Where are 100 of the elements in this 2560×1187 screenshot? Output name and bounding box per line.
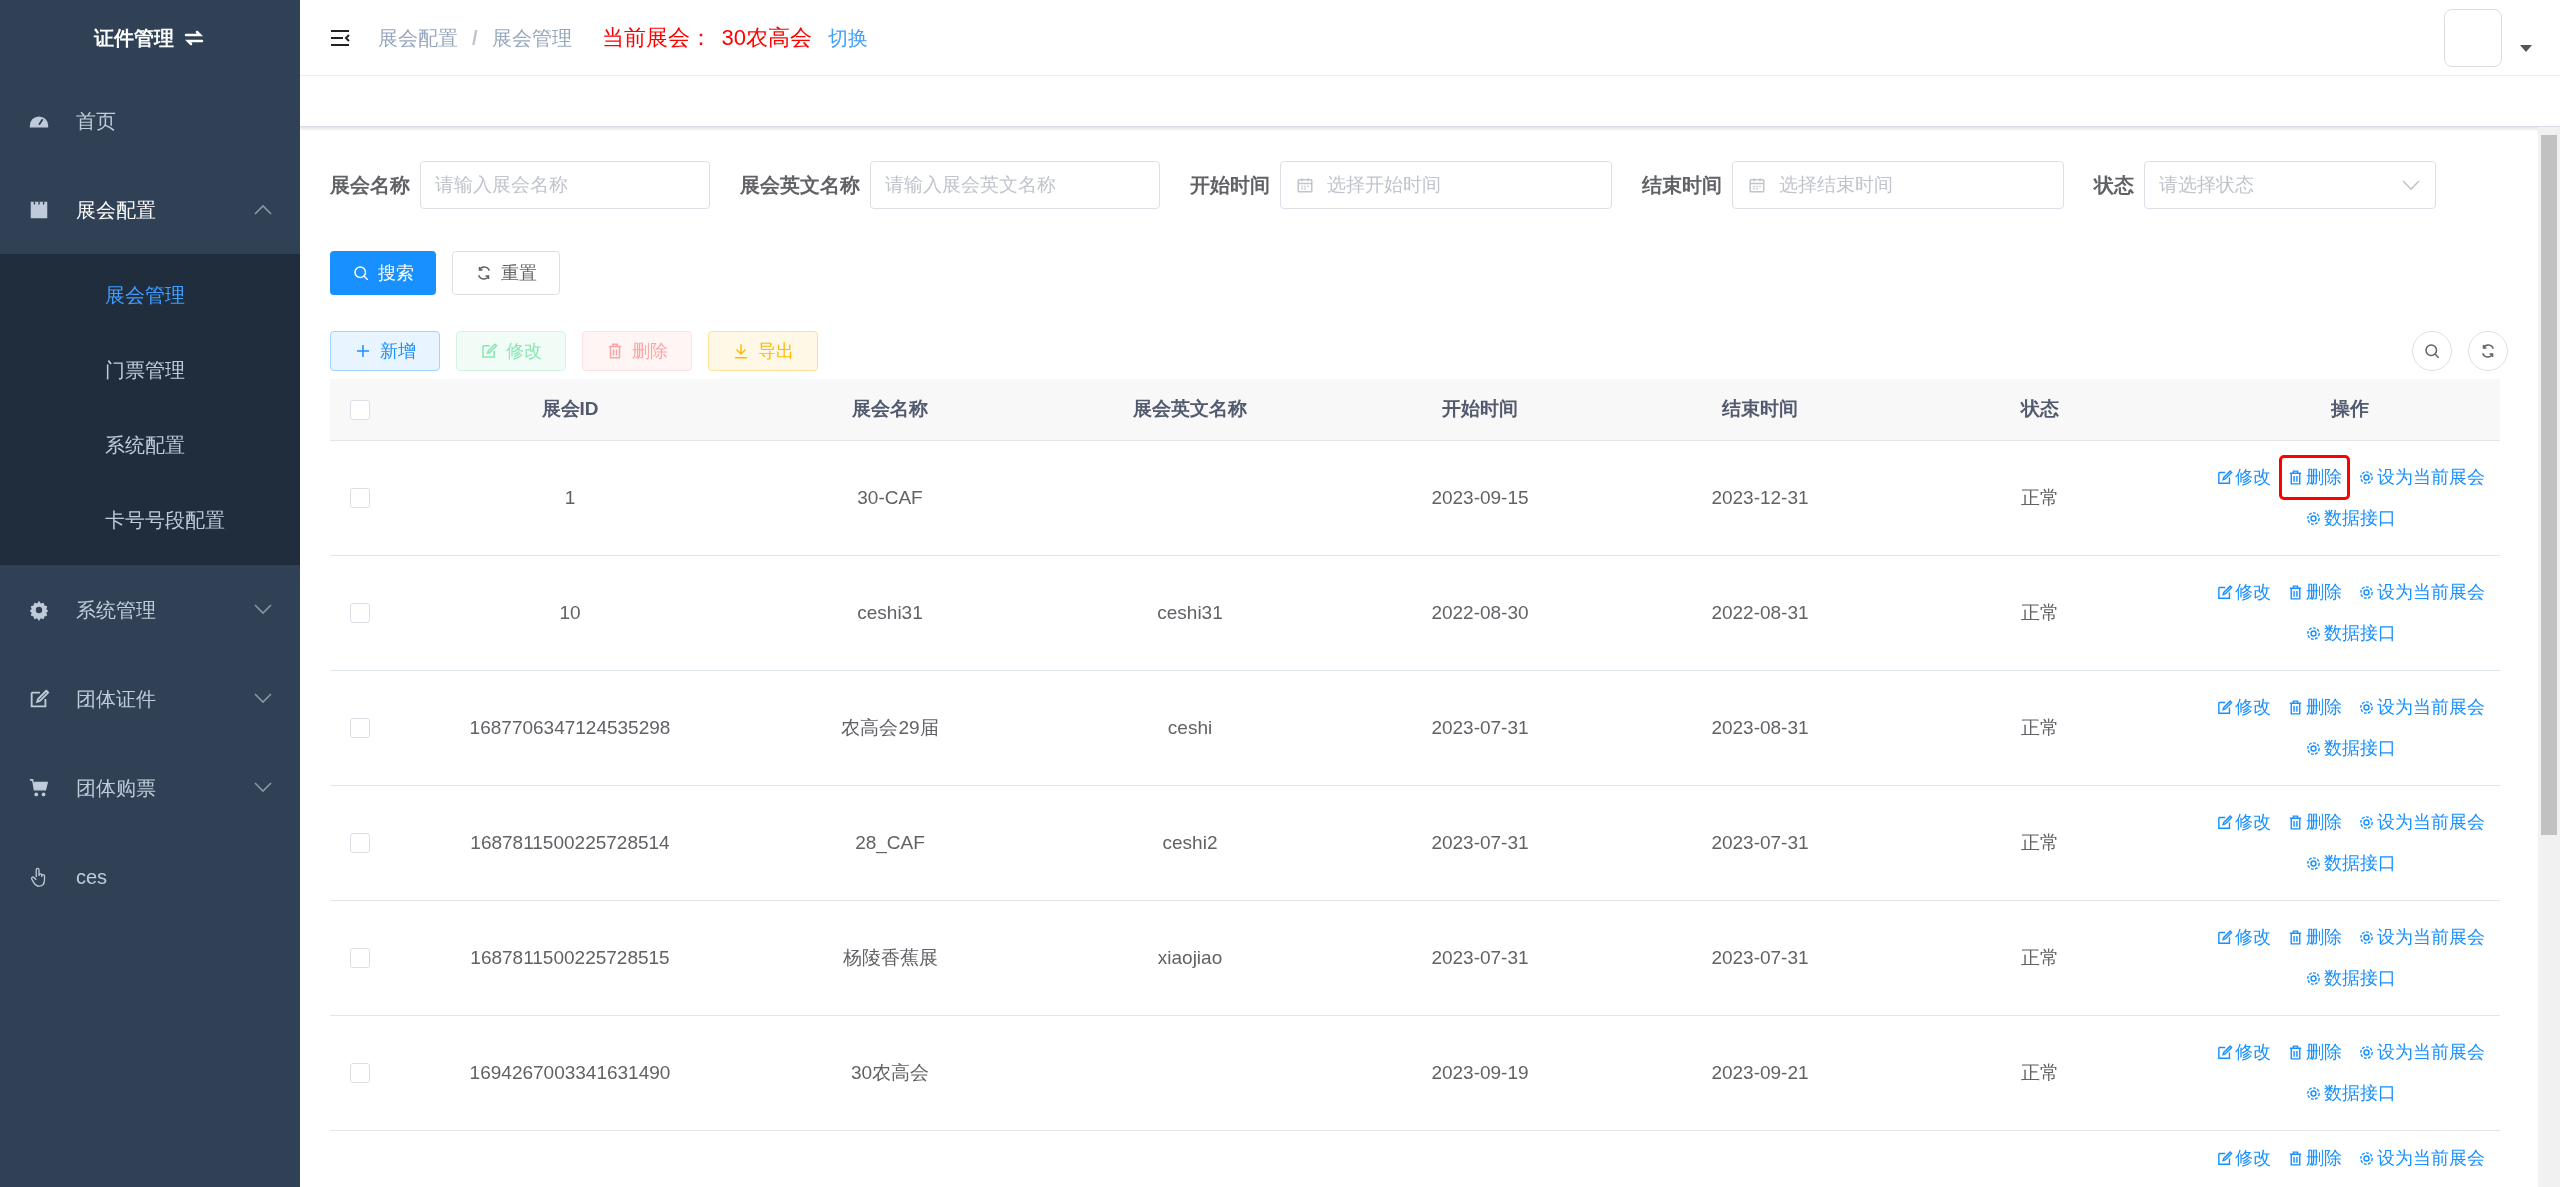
gear-icon <box>2357 1044 2375 1061</box>
filter-label: 展会名称 <box>330 173 410 198</box>
submenu-item[interactable]: 门票管理 <box>0 332 300 407</box>
calendar-icon <box>1748 176 1766 194</box>
reset-button[interactable]: 重置 <box>452 251 560 295</box>
pencil-icon <box>480 342 498 360</box>
row-checkbox[interactable] <box>350 1063 370 1083</box>
submenu-item[interactable]: 系统配置 <box>0 407 300 482</box>
column-header: 操作 <box>2329 397 2370 422</box>
gear-icon <box>2357 469 2375 486</box>
table-cell-text: 2023-07-31 <box>1711 830 1809 855</box>
gear-icon <box>2357 929 2375 946</box>
sidebar-item[interactable]: 团体证件 <box>0 654 300 743</box>
refresh-icon <box>475 264 493 282</box>
pencil-icon <box>2215 814 2233 831</box>
table-cell-text: 10 <box>559 600 581 625</box>
status-select[interactable]: 请选择状态 <box>2144 161 2436 209</box>
action-link[interactable]: 删除 <box>2278 455 2350 500</box>
table-cell-text: xiaojiao <box>1157 945 1223 970</box>
trash-icon <box>606 342 624 360</box>
table-cell-text: 2023-07-31 <box>1711 945 1809 970</box>
search-icon <box>2423 342 2441 360</box>
filter-label: 开始时间 <box>1190 173 1270 198</box>
breadcrumb-item[interactable]: 展会配置 <box>378 22 458 53</box>
action-link[interactable]: 修改 <box>2207 1136 2279 1181</box>
submenu-item[interactable]: 卡号号段配置 <box>0 482 300 557</box>
avatar-placeholder[interactable] <box>2444 8 2502 67</box>
column-header: 开始时间 <box>1441 397 1519 422</box>
action-link[interactable]: 修改 <box>2207 570 2279 615</box>
row-checkbox[interactable] <box>350 833 370 853</box>
add-button[interactable]: 新增 <box>330 331 440 371</box>
current-exhibition-name: 30农高会 <box>721 24 813 52</box>
table-cell-text: 2023-07-31 <box>1431 945 1529 970</box>
cart-icon <box>28 776 50 799</box>
gear-icon <box>2304 510 2322 527</box>
date-field[interactable]: 选择结束时间 <box>1732 161 2064 209</box>
breadcrumb-item: 展会管理 <box>491 25 572 51</box>
table-cell-text: 正常 <box>2021 830 2059 855</box>
pencil-icon <box>2215 469 2233 486</box>
gear-icon <box>2304 625 2322 642</box>
column-header: 展会名称 <box>851 397 929 422</box>
action-link[interactable]: 修改 <box>2207 915 2279 960</box>
table-cell-text: 2023-07-31 <box>1431 830 1529 855</box>
scrollbar[interactable] <box>2538 127 2560 1187</box>
table-cell-text: 正常 <box>2021 945 2059 970</box>
row-checkbox[interactable] <box>350 488 370 508</box>
row-checkbox[interactable] <box>350 948 370 968</box>
row-checkbox[interactable] <box>350 718 370 738</box>
table-cell-text: 30-CAF <box>857 485 923 510</box>
gear-icon <box>2357 584 2375 601</box>
action-link[interactable]: 修改 <box>2207 455 2279 500</box>
action-link[interactable]: 设为当前展会 <box>2349 1136 2493 1181</box>
gear-icon <box>2304 1085 2322 1102</box>
table-cell-text: 2023-12-31 <box>1711 485 1809 510</box>
table-cell-text: 28_CAF <box>855 830 925 856</box>
download-icon <box>732 342 750 360</box>
sidebar-item[interactable]: 团体购票 <box>0 743 300 832</box>
gear-icon <box>2304 740 2322 757</box>
input-field[interactable]: 请输入展会名称 <box>420 161 710 209</box>
table-cell-text: 1687706347124535298 <box>469 715 671 740</box>
switch-link[interactable]: 切换 <box>828 22 869 53</box>
table-cell-text: ceshi31 <box>857 600 923 625</box>
chevron-down-icon <box>254 604 272 615</box>
filter-label: 结束时间 <box>1642 173 1722 198</box>
search-icon <box>352 264 370 282</box>
edit-icon <box>28 687 50 710</box>
column-header: 状态 <box>2019 397 2060 422</box>
sidebar-item[interactable]: ces <box>0 832 300 921</box>
action-link[interactable]: 修改 <box>2207 1030 2279 1075</box>
table-cell-text: 2022-08-31 <box>1711 600 1809 625</box>
column-header: 展会英文名称 <box>1132 397 1248 422</box>
sidebar-item[interactable]: 首页 <box>0 76 300 165</box>
pencil-icon <box>2215 929 2233 946</box>
pencil-icon <box>2215 1150 2233 1167</box>
table-cell-text: 2022-08-30 <box>1431 600 1529 625</box>
gear-icon <box>2357 814 2375 831</box>
plus-icon <box>354 342 372 360</box>
gear-icon <box>2357 699 2375 716</box>
input-field[interactable]: 请输入展会英文名称 <box>870 161 1160 209</box>
date-field[interactable]: 选择开始时间 <box>1280 161 1612 209</box>
pencil-icon <box>2215 584 2233 601</box>
sidebar-item[interactable]: 系统管理 <box>0 565 300 654</box>
row-checkbox[interactable] <box>350 603 370 623</box>
app-title: 证件管理 <box>94 26 174 51</box>
gear-icon <box>2304 970 2322 987</box>
refresh-icon <box>2479 342 2497 360</box>
table-cell-text: 2023-09-15 <box>1431 485 1529 510</box>
select-all-checkbox[interactable] <box>350 399 370 420</box>
action-link[interactable]: 删除 <box>2278 1136 2350 1181</box>
table-cell-text: 2023-07-31 <box>1431 715 1529 740</box>
table-cell-text: 杨陵香蕉展 <box>842 945 938 970</box>
search-button[interactable]: 搜索 <box>330 251 436 295</box>
calendar-icon <box>1296 176 1314 194</box>
action-link[interactable]: 修改 <box>2207 800 2279 845</box>
action-link[interactable]: 修改 <box>2207 685 2279 730</box>
submenu-item[interactable]: 展会管理 <box>0 257 300 332</box>
sidebar-item[interactable]: 展会配置 <box>0 165 300 254</box>
table-cell-text: 正常 <box>2021 1060 2059 1085</box>
table-cell-text: 30农高会 <box>850 1060 930 1085</box>
chevron-down-icon <box>254 693 272 704</box>
